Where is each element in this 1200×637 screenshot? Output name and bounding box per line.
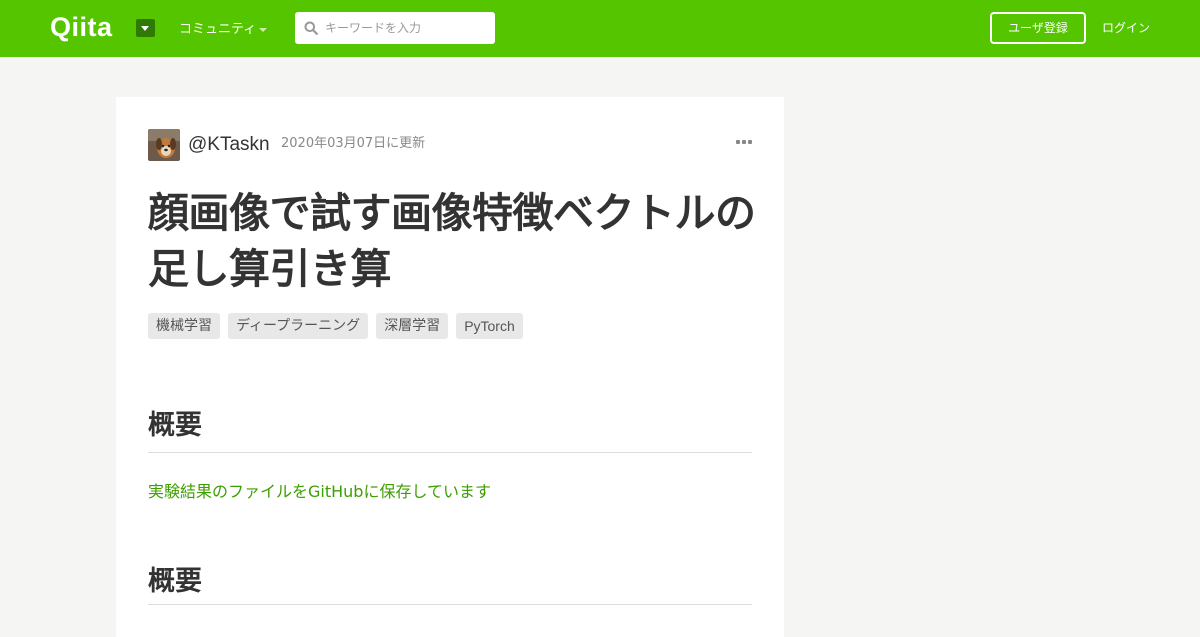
tag[interactable]: ディープラーニング	[228, 313, 369, 339]
article-card: @KTaskn 2020年03月07日に更新 顔画像で試す画像特徴ベクトルの足し…	[116, 97, 784, 637]
community-menu[interactable]: コミュニティ	[179, 21, 256, 39]
section-heading: 概要	[148, 407, 752, 453]
tag-list: 機械学習 ディープラーニング 深層学習 PyTorch	[148, 313, 523, 339]
site-header: Qiita コミュニティ ユーザ登録 ログイン	[0, 0, 1200, 57]
tag[interactable]: 機械学習	[148, 313, 220, 339]
search-icon	[304, 21, 318, 35]
tag[interactable]: 深層学習	[376, 313, 449, 339]
section-heading: 概要	[148, 563, 752, 605]
github-results-link[interactable]: 実験結果のファイルをGitHubに保存しています	[148, 481, 491, 503]
article-title: 顔画像で試す画像特徴ベクトルの足し算引き算	[148, 189, 756, 293]
community-caret-icon	[259, 28, 267, 32]
search-box	[295, 12, 495, 44]
author-avatar[interactable]	[148, 129, 180, 161]
author-username[interactable]: @KTaskn	[188, 133, 270, 157]
search-input[interactable]	[325, 12, 490, 44]
qiita-logo[interactable]: Qiita	[50, 12, 113, 42]
tag[interactable]: PyTorch	[456, 313, 523, 339]
signup-button[interactable]: ユーザ登録	[990, 12, 1086, 44]
more-icon[interactable]	[736, 140, 752, 146]
login-link[interactable]: ログイン	[1102, 19, 1150, 37]
logo-dropdown-caret-icon[interactable]	[136, 19, 155, 37]
updated-date: 2020年03月07日に更新	[281, 136, 426, 151]
